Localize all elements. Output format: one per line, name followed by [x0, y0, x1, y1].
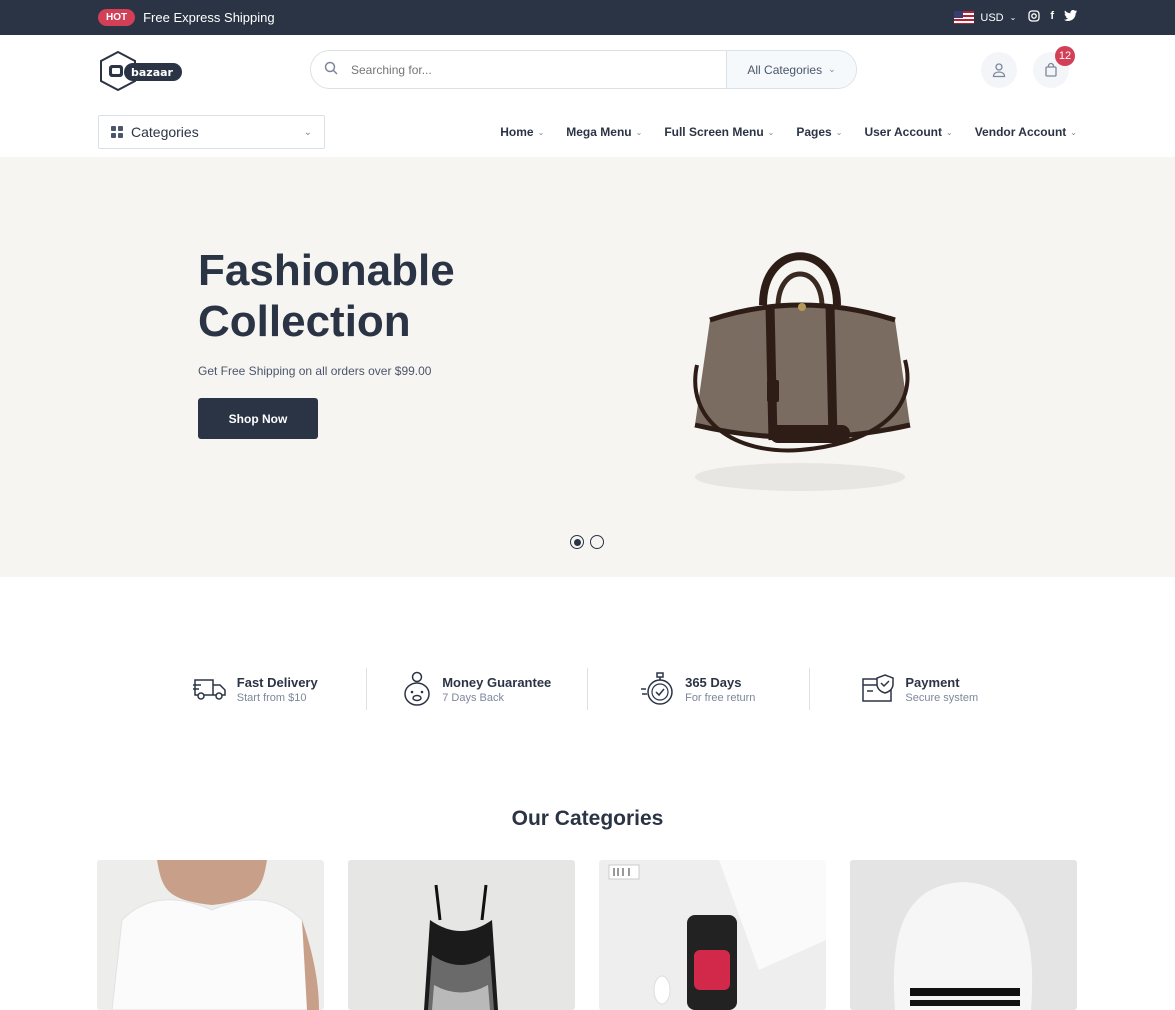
menu-item-home[interactable]: Home ⌄ — [500, 125, 544, 139]
service-title: Money Guarantee — [442, 674, 552, 690]
categories-label: Categories — [131, 124, 199, 140]
menu-label: Full Screen Menu — [664, 125, 764, 139]
chevron-down-icon: ⌄ — [835, 127, 843, 137]
secure-payment-icon — [862, 674, 895, 702]
chevron-down-icon: ⌄ — [635, 127, 643, 137]
hero-title: Fashionable Collection — [198, 246, 455, 346]
search-icon — [311, 61, 351, 79]
service-payment: Payment Secure system — [810, 668, 1031, 710]
service-subtitle: For free return — [685, 691, 756, 704]
carousel-dots — [570, 535, 604, 549]
categories-dropdown[interactable]: Categories ⌄ — [98, 115, 325, 149]
cart-count-badge: 12 — [1055, 46, 1075, 66]
service-subtitle: Start from $10 — [236, 691, 307, 704]
category-card-tops[interactable] — [348, 860, 575, 1010]
menu-item-mega-menu[interactable]: Mega Menu ⌄ — [566, 125, 642, 139]
service-subtitle: Secure system — [905, 691, 979, 704]
menu-label: Pages — [796, 125, 832, 139]
search-bar: All Categories ⌄ — [310, 50, 857, 89]
smartwatch-image — [599, 860, 826, 1010]
search-input[interactable] — [351, 62, 726, 77]
services-strip: Fast Delivery Start from $10 Money Guaran… — [145, 668, 1030, 710]
search-category-select[interactable]: All Categories ⌄ — [726, 51, 856, 88]
chevron-down-icon: ⌄ — [1009, 13, 1017, 22]
us-flag-icon — [954, 11, 975, 24]
chevron-down-icon: ⌄ — [303, 126, 312, 138]
service-fast-delivery: Fast Delivery Start from $10 — [145, 668, 367, 710]
man-shirt-image — [97, 860, 324, 1010]
service-365-days: 365 Days For free return — [588, 668, 810, 710]
category-card-watches[interactable] — [599, 860, 826, 1010]
chevron-down-icon: ⌄ — [537, 127, 545, 137]
tank-tops-image — [348, 860, 575, 1010]
menu-label: User Account — [864, 125, 943, 139]
user-account-button[interactable] — [981, 52, 1017, 88]
chevron-down-icon: ⌄ — [767, 127, 775, 137]
service-subtitle: 7 Days Back — [442, 691, 504, 704]
service-title: 365 Days — [685, 674, 742, 690]
instagram-icon[interactable] — [1028, 10, 1040, 25]
shop-now-button[interactable]: Shop Now — [198, 398, 318, 439]
currency-selector[interactable]: USD ⌄ — [954, 11, 1016, 24]
shopping-bag-icon — [1045, 62, 1057, 77]
search-category-label: All Categories — [747, 62, 823, 77]
main-menu: Home ⌄ Mega Menu ⌄ Full Screen Menu ⌄ Pages… — [500, 125, 1077, 139]
chevron-down-icon: ⌄ — [1070, 127, 1077, 137]
grid-icon — [111, 126, 123, 138]
top-bar: HOT Free Express Shipping USD ⌄ f — [0, 0, 1175, 35]
categories-grid — [97, 860, 1077, 1010]
menu-label: Mega Menu — [566, 125, 632, 139]
stopwatch-icon — [641, 672, 673, 705]
categories-section-title: Our Categories — [511, 807, 664, 830]
menu-item-vendor-account[interactable]: Vendor Account ⌄ — [975, 125, 1077, 139]
menu-label: Home — [500, 125, 534, 139]
twitter-icon[interactable] — [1064, 10, 1077, 25]
navigation-bar: Categories ⌄ Home ⌄ Mega Menu ⌄ Full Scree… — [0, 107, 1175, 157]
menu-label: Vendor Account — [974, 125, 1067, 139]
hero-carousel: Fashionable Collection Get Free Shipping… — [0, 157, 1175, 577]
hot-badge: HOT — [98, 9, 136, 26]
currency-label: USD — [980, 11, 1004, 24]
menu-item-user-account[interactable]: User Account ⌄ — [864, 125, 952, 139]
svg-text:bazaar: bazaar — [131, 66, 174, 79]
promo-text: Free Express Shipping — [143, 10, 275, 25]
chevron-down-icon: ⌄ — [946, 127, 953, 137]
carousel-dot-2[interactable] — [590, 535, 604, 549]
chair-image — [850, 860, 1077, 1010]
category-card-men-shirt[interactable] — [97, 860, 324, 1010]
category-card-furniture[interactable] — [850, 860, 1077, 1010]
chevron-down-icon: ⌄ — [828, 64, 836, 74]
facebook-icon[interactable]: f — [1050, 10, 1054, 25]
main-header: bazaar All Categories ⌄ 12 — [0, 35, 1175, 107]
piggy-bank-icon — [404, 671, 430, 706]
service-title: Payment — [905, 674, 960, 690]
service-money-guarantee: Money Guarantee 7 Days Back — [367, 668, 588, 710]
hero-subtitle: Get Free Shipping on all orders over $99… — [198, 364, 432, 378]
bazaar-logo[interactable]: bazaar — [98, 51, 184, 91]
handbag-image — [693, 252, 911, 491]
delivery-truck-icon — [192, 679, 226, 700]
menu-item-full-screen-menu[interactable]: Full Screen Menu ⌄ — [664, 125, 774, 139]
user-icon — [992, 63, 1006, 78]
service-title: Fast Delivery — [236, 674, 318, 690]
cart-button[interactable]: 12 — [1033, 46, 1075, 88]
menu-item-pages[interactable]: Pages ⌄ — [796, 125, 842, 139]
carousel-dot-1[interactable] — [570, 535, 584, 549]
